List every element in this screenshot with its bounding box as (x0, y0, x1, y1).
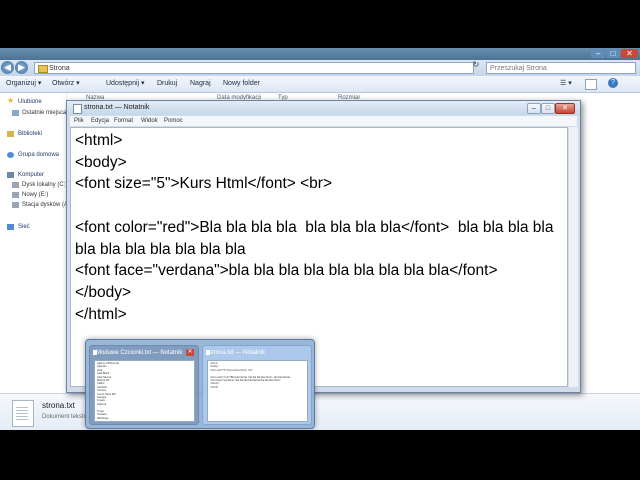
text-file-icon (12, 400, 34, 427)
new-folder-button[interactable]: Nowy folder (223, 79, 260, 89)
homegroup-icon (7, 152, 14, 158)
thumbnail-preview: <html> <body> <font size="5">Kurs Html</… (207, 360, 308, 422)
explorer-minimize-button[interactable]: – (591, 49, 605, 58)
menu-format[interactable]: Format (114, 117, 133, 125)
notepad-icon (73, 104, 82, 114)
nav-favorites[interactable]: Ulubione (18, 98, 42, 106)
back-button[interactable]: ◀ (1, 61, 14, 74)
thumbnail-preview-text: <html> <body> <font size="5">Kurs Html</… (210, 362, 291, 389)
address-bar[interactable]: Strona (34, 62, 474, 74)
editor-line: <font color="red">Bla bla bla bla bla bl… (75, 218, 554, 236)
notepad-titlebar[interactable]: strona.txt — Notatnik – □ ✕ (67, 101, 580, 115)
explorer-close-button[interactable]: ✕ (621, 49, 638, 58)
thumbnail-preview-text: Agency FB Normal Algerian Arial Arial Bl… (97, 362, 119, 420)
nav-recent-places[interactable]: Ostatnie miejsca (22, 109, 66, 117)
nav-homegroup[interactable]: Grupa domowa (18, 151, 59, 159)
burn-button[interactable]: Nagraj (190, 79, 211, 89)
explorer-toolbar: Organizuj ▾ Otwórz ▾ Udostępnij ▾ Drukuj… (0, 76, 640, 93)
thumbnail-fonts-notepad[interactable]: Moduwe Czcionki.txt — Notatnik ✕ Agency … (89, 345, 199, 425)
nav-network[interactable]: Sieć (18, 223, 30, 231)
editor-line: bla bla bla bla bla bla bla (75, 240, 246, 258)
explorer-address-row: ◀ ▶ Strona ↻ Przeszukaj Strona (0, 60, 640, 76)
view-options-icon[interactable]: ☰ ▾ (560, 79, 572, 89)
network-icon (7, 224, 14, 230)
libraries-icon (7, 131, 14, 137)
menu-edit[interactable]: Edycja (91, 117, 109, 125)
folder-icon (38, 65, 48, 73)
menu-view[interactable]: Widok (141, 117, 158, 125)
notepad-close-button[interactable]: ✕ (555, 103, 575, 114)
thumbnail-close-button[interactable]: ✕ (186, 349, 194, 356)
favorites-star-icon: ★ (7, 96, 15, 105)
resize-grip-icon[interactable] (568, 382, 577, 390)
notepad-minimize-button[interactable]: – (527, 103, 541, 114)
navigation-pane: ★ Ulubione Ostatnie miejsca Biblioteki G… (0, 93, 72, 393)
thumbnail-title: strona.txt — Notatnik (209, 350, 266, 356)
computer-icon (7, 172, 14, 178)
search-input[interactable]: Przeszukaj Strona (486, 62, 636, 74)
selected-file-name: strona.txt (42, 401, 75, 410)
menu-help[interactable]: Pomoc (164, 117, 183, 125)
floppy-icon (12, 202, 19, 208)
menu-file[interactable]: Plik (74, 117, 84, 125)
notepad-menubar: Plik Edycja Format Widok Pomoc (70, 116, 577, 127)
print-button[interactable]: Drukuj (157, 79, 177, 89)
bottom-letterbox-bar (0, 430, 640, 480)
forward-button[interactable]: ▶ (15, 61, 28, 74)
editor-line: <font face="verdana">bla bla bla bla bla… (75, 262, 498, 280)
organize-button[interactable]: Organizuj ▾ (6, 79, 41, 89)
thumbnail-strona-notepad[interactable]: strona.txt — Notatnik <html> <body> <fon… (202, 345, 312, 425)
editor-line: <body> (75, 153, 127, 171)
recent-places-icon (12, 110, 19, 116)
editor-line: </body> (75, 283, 132, 301)
open-button[interactable]: Otwórz ▾ (52, 79, 80, 89)
notepad-title: strona.txt — Notatnik (84, 104, 150, 111)
vertical-scrollbar[interactable] (568, 127, 578, 387)
top-letterbox-bar (0, 0, 640, 48)
editor-content: <html> <body> <font size="5">Kurs Html</… (75, 130, 563, 325)
refresh-icon[interactable]: ↻ (470, 60, 482, 70)
share-button[interactable]: Udostępnij ▾ (106, 79, 145, 89)
nav-new-drive[interactable]: Nowy (E:) (22, 191, 48, 199)
nav-floppy[interactable]: Stacja dysków (A:) (22, 201, 72, 209)
editor-line: <font size="5">Kurs Html</font> <br> (75, 175, 332, 193)
explorer-titlebar: – □ ✕ (0, 48, 640, 60)
nav-computer[interactable]: Komputer (18, 171, 44, 179)
explorer-maximize-button[interactable]: □ (606, 49, 620, 58)
drive-icon (12, 192, 19, 198)
thumbnail-preview: Agency FB Normal Algerian Arial Arial Bl… (94, 360, 195, 422)
taskbar-thumbnail-popup: Moduwe Czcionki.txt — Notatnik ✕ Agency … (85, 339, 315, 429)
thumbnail-title: Moduwe Czcionki.txt — Notatnik (96, 350, 183, 356)
editor-line: <html> (75, 132, 123, 149)
preview-pane-icon[interactable] (585, 79, 597, 90)
drive-icon (12, 182, 19, 188)
help-icon[interactable]: ? (608, 78, 618, 88)
notepad-maximize-button[interactable]: □ (541, 103, 555, 114)
address-path: Strona (49, 65, 70, 72)
nav-libraries[interactable]: Biblioteki (18, 130, 42, 138)
editor-line: </html> (75, 305, 127, 323)
nav-local-disk[interactable]: Dysk lokalny (C:) (22, 181, 67, 189)
